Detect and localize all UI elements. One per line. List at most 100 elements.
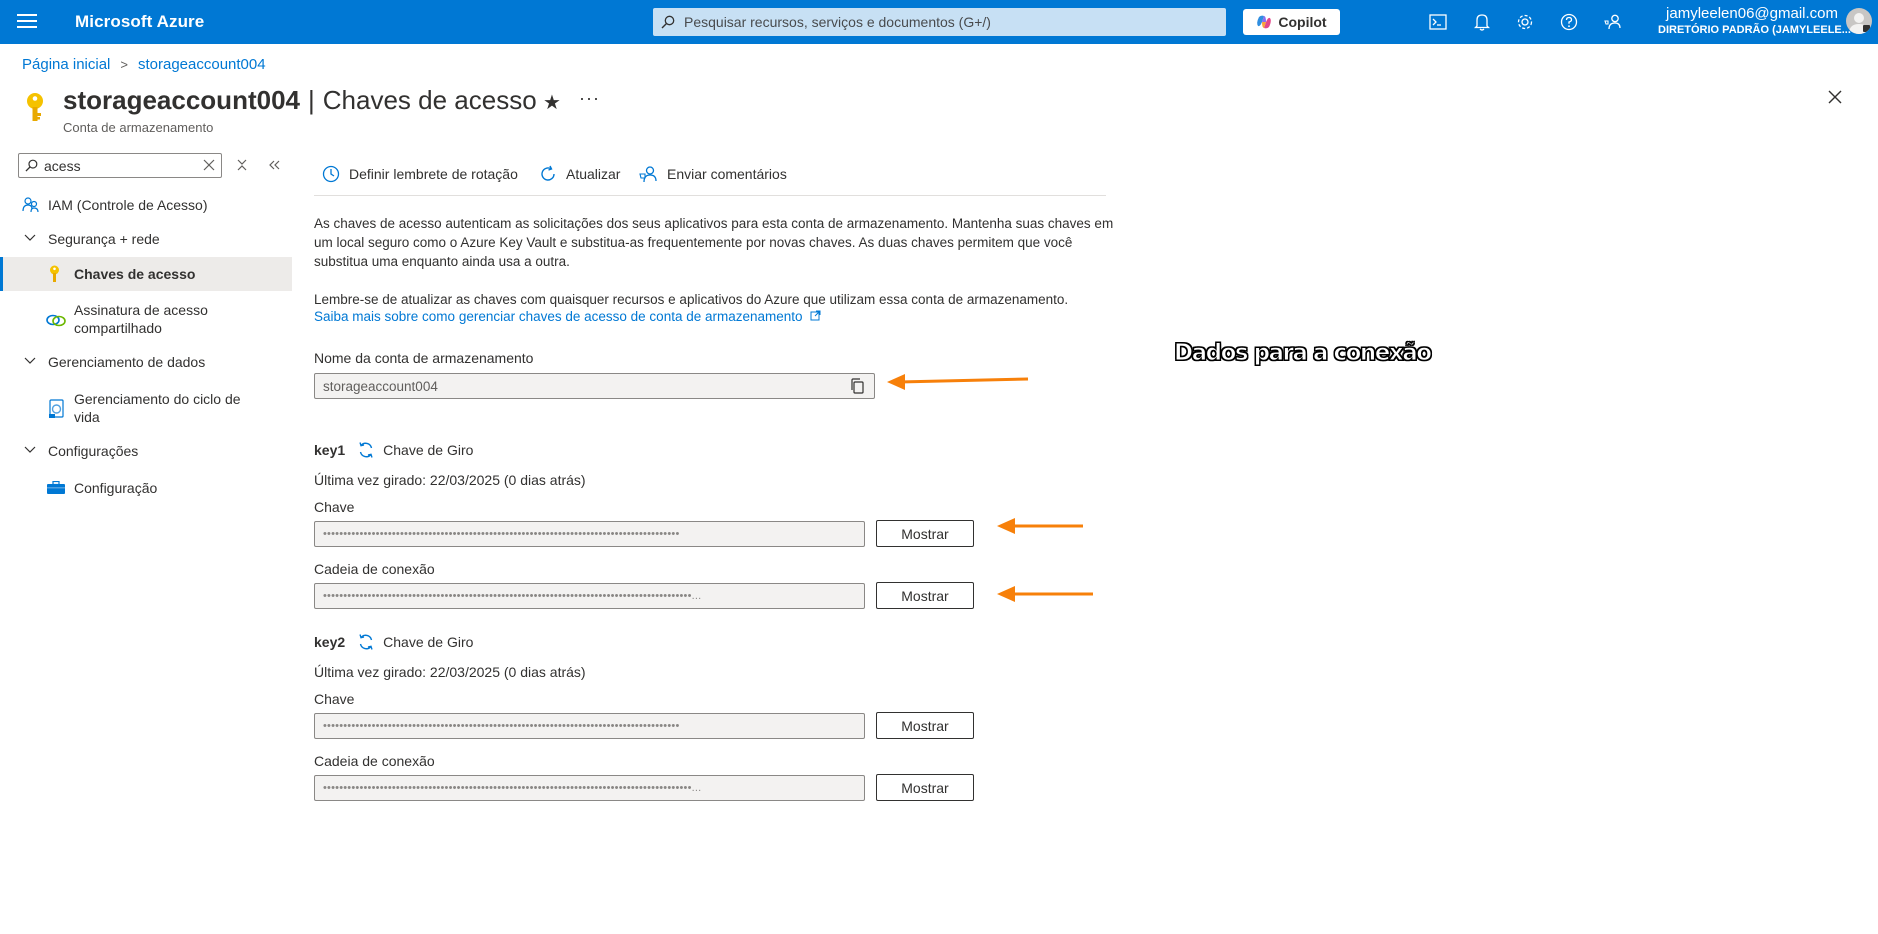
refresh-icon [541,165,555,181]
resource-name: storageaccount004 [63,85,300,115]
search-icon [25,159,38,172]
key-icon [49,265,60,283]
command-bar: Definir lembrete de rotação Atualizar En… [314,163,1106,196]
blade-title: Chaves de acesso [322,85,537,115]
people-icon [22,197,40,213]
breadcrumb-resource-link[interactable]: storageaccount004 [138,56,266,73]
search-input[interactable] [684,14,1204,30]
breadcrumb: Página inicial > storageaccount004 [22,56,266,73]
page-title: storageaccount004 | Chaves de acesso [63,85,537,115]
copy-icon[interactable] [850,378,866,398]
annotation-label: Dados para a conexão [1174,340,1433,367]
sidebar-item-label: Gerenciamento do ciclo de vida [74,391,241,425]
avatar[interactable] [1846,8,1872,34]
clock-icon [322,165,340,183]
annotation-arrow [997,586,1093,602]
copilot-button[interactable]: Copilot [1243,9,1340,35]
key1-show-connection-button[interactable]: Mostrar [876,582,974,609]
rotate-icon [359,442,373,458]
sidebar-item-label: Configurações [48,443,139,459]
sidebar-item-label: Configuração [74,480,158,496]
search-icon [661,15,675,29]
sidebar-item-label: Chaves de acesso [74,266,196,282]
sidebar-item-label: Segurança + rede [48,231,160,247]
sidebar-item-configuration[interactable]: Configuração [0,477,292,499]
sidebar-group-security[interactable]: Segurança + rede [0,228,292,250]
key2-show-key-button[interactable]: Mostrar [876,712,974,739]
global-search[interactable] [653,8,1226,36]
key2-connection-field[interactable]: ••••••••••••••••••••••••••••••••••••••••… [314,775,865,801]
key2-key-label: Chave [314,691,355,707]
feedback-icon[interactable] [1602,11,1624,33]
key1-show-key-button[interactable]: Mostrar [876,520,974,547]
key1-name: key1 [314,442,346,458]
breadcrumb-home-link[interactable]: Página inicial [22,56,110,73]
external-link-icon [810,310,821,321]
key2-connection-label: Cadeia de conexão [314,753,435,769]
key2-key-field[interactable]: ••••••••••••••••••••••••••••••••••••••••… [314,713,865,739]
settings-icon[interactable] [1514,11,1536,33]
key2-show-connection-button[interactable]: Mostrar [876,774,974,801]
sidebar-item-label: Gerenciamento de dados [48,354,206,370]
chevron-down-icon [24,234,36,242]
sidebar-group-settings[interactable]: Configurações [0,440,292,462]
account-email: jamyleelen06@gmail.com [1666,5,1838,22]
rotate-icon [359,634,373,650]
key2-last-rotated: Última vez girado: 22/03/2025 (0 dias at… [314,664,586,680]
nav-search-input[interactable] [44,157,194,174]
top-bar: Microsoft Azure Copilot jamyleelen06@gma… [0,0,1878,44]
menu-icon[interactable] [17,14,37,30]
account-directory: DIRETÓRIO PADRÃO (JAMYLEELE... [1658,24,1851,36]
feedback-icon [639,166,657,183]
more-options-icon[interactable]: ··· [579,88,600,109]
key-icon [24,92,46,129]
sidebar-item-lifecycle[interactable]: Gerenciamento do ciclo de vida [0,389,292,429]
collapse-all-icon[interactable] [236,158,248,174]
key2-name: key2 [314,634,346,650]
sidebar-item-sas[interactable]: Assinatura de acesso compartilhado [0,300,292,340]
key2-header: key2 Chave de Giro [314,633,473,651]
sidebar-group-data-management[interactable]: Gerenciamento de dados [0,351,292,373]
key1-key-label: Chave [314,499,355,515]
send-feedback-button[interactable]: Enviar comentários [639,165,787,183]
refresh-button[interactable]: Atualizar [539,165,620,183]
favorite-star-icon[interactable]: ★ [543,90,561,115]
account-name-field[interactable]: storageaccount004 [314,373,875,399]
lifecycle-icon [48,399,66,419]
reminder-text: Lembre-se de atualizar as chaves com qua… [314,292,1069,307]
resource-type: Conta de armazenamento [63,120,214,135]
key1-header: key1 Chave de Giro [314,441,473,459]
rotate-key1-button[interactable]: Chave de Giro [357,441,473,459]
key1-last-rotated: Última vez girado: 22/03/2025 (0 dias at… [314,472,586,488]
close-icon[interactable] [1828,90,1842,109]
collapse-menu-icon[interactable] [268,158,280,174]
chevron-down-icon [24,446,36,454]
chevron-down-icon [24,357,36,365]
key1-connection-field[interactable]: ••••••••••••••••••••••••••••••••••••••••… [314,583,865,609]
breadcrumb-separator: > [120,57,128,72]
sidebar-item-iam[interactable]: IAM (Controle de Acesso) [0,194,292,216]
notifications-icon[interactable] [1471,11,1493,33]
account-name-label: Nome da conta de armazenamento [314,350,534,366]
description-text: As chaves de acesso autenticam as solici… [314,216,1114,269]
sidebar-item-label: IAM (Controle de Acesso) [48,197,208,213]
set-rotation-reminder-button[interactable]: Definir lembrete de rotação [322,165,518,183]
key1-connection-label: Cadeia de conexão [314,561,435,577]
clear-search-icon[interactable] [203,158,215,176]
link-icon [46,313,66,327]
rotate-key2-button[interactable]: Chave de Giro [357,633,473,651]
copilot-icon [1257,15,1272,29]
nav-search[interactable] [18,153,222,178]
sidebar-item-label: Assinatura de acesso compartilhado [74,302,208,336]
key1-key-field[interactable]: ••••••••••••••••••••••••••••••••••••••••… [314,521,865,547]
sidebar-item-access-keys[interactable]: Chaves de acesso [0,257,292,291]
annotation-arrow [887,374,1029,390]
help-icon[interactable] [1558,11,1580,33]
copilot-label: Copilot [1278,14,1327,30]
account-info[interactable]: jamyleelen06@gmail.com DIRETÓRIO PADRÃO … [1658,5,1851,36]
brand-title[interactable]: Microsoft Azure [75,12,204,32]
annotation-arrow [997,518,1083,534]
cloud-shell-icon[interactable] [1427,11,1449,33]
learn-more-link[interactable]: Saiba mais sobre como gerenciar chaves d… [314,309,821,324]
toolbox-icon [46,481,66,495]
